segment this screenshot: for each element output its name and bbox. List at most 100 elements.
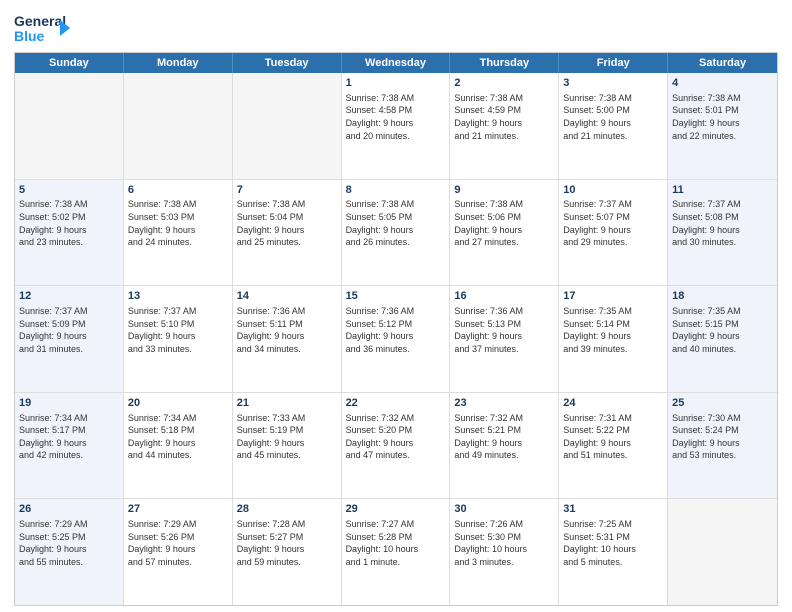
day-number: 3 [563,76,663,91]
empty-cell [233,73,342,179]
calendar-week-5: 26Sunrise: 7:29 AM Sunset: 5:25 PM Dayli… [15,498,777,605]
day-cell-8: 8Sunrise: 7:38 AM Sunset: 5:05 PM Daylig… [342,180,451,286]
logo: GeneralBlue [14,10,74,46]
day-cell-5: 5Sunrise: 7:38 AM Sunset: 5:02 PM Daylig… [15,180,124,286]
day-cell-2: 2Sunrise: 7:38 AM Sunset: 4:59 PM Daylig… [450,73,559,179]
day-number: 30 [454,502,554,517]
day-info: Sunrise: 7:38 AM Sunset: 5:01 PM Dayligh… [672,92,773,142]
day-info: Sunrise: 7:32 AM Sunset: 5:20 PM Dayligh… [346,412,446,462]
header-cell-thursday: Thursday [450,53,559,73]
day-cell-31: 31Sunrise: 7:25 AM Sunset: 5:31 PM Dayli… [559,499,668,605]
day-cell-9: 9Sunrise: 7:38 AM Sunset: 5:06 PM Daylig… [450,180,559,286]
day-info: Sunrise: 7:29 AM Sunset: 5:26 PM Dayligh… [128,518,228,568]
day-info: Sunrise: 7:36 AM Sunset: 5:12 PM Dayligh… [346,305,446,355]
day-number: 29 [346,502,446,517]
empty-cell [668,499,777,605]
day-number: 20 [128,396,228,411]
day-number: 8 [346,183,446,198]
day-number: 12 [19,289,119,304]
day-info: Sunrise: 7:37 AM Sunset: 5:07 PM Dayligh… [563,198,663,248]
day-cell-25: 25Sunrise: 7:30 AM Sunset: 5:24 PM Dayli… [668,393,777,499]
day-cell-4: 4Sunrise: 7:38 AM Sunset: 5:01 PM Daylig… [668,73,777,179]
header-cell-saturday: Saturday [668,53,777,73]
calendar-week-3: 12Sunrise: 7:37 AM Sunset: 5:09 PM Dayli… [15,285,777,392]
day-cell-12: 12Sunrise: 7:37 AM Sunset: 5:09 PM Dayli… [15,286,124,392]
page: GeneralBlue SundayMondayTuesdayWednesday… [0,0,792,612]
header-cell-sunday: Sunday [15,53,124,73]
day-cell-24: 24Sunrise: 7:31 AM Sunset: 5:22 PM Dayli… [559,393,668,499]
day-cell-17: 17Sunrise: 7:35 AM Sunset: 5:14 PM Dayli… [559,286,668,392]
day-number: 2 [454,76,554,91]
calendar-week-1: 1Sunrise: 7:38 AM Sunset: 4:58 PM Daylig… [15,73,777,179]
day-number: 9 [454,183,554,198]
day-number: 1 [346,76,446,91]
day-number: 7 [237,183,337,198]
svg-text:General: General [14,13,66,29]
day-number: 28 [237,502,337,517]
day-cell-23: 23Sunrise: 7:32 AM Sunset: 5:21 PM Dayli… [450,393,559,499]
day-cell-1: 1Sunrise: 7:38 AM Sunset: 4:58 PM Daylig… [342,73,451,179]
day-info: Sunrise: 7:26 AM Sunset: 5:30 PM Dayligh… [454,518,554,568]
logo-svg: GeneralBlue [14,10,74,46]
day-number: 11 [672,183,773,198]
day-info: Sunrise: 7:36 AM Sunset: 5:13 PM Dayligh… [454,305,554,355]
day-number: 26 [19,502,119,517]
day-info: Sunrise: 7:35 AM Sunset: 5:15 PM Dayligh… [672,305,773,355]
day-number: 31 [563,502,663,517]
day-cell-6: 6Sunrise: 7:38 AM Sunset: 5:03 PM Daylig… [124,180,233,286]
day-info: Sunrise: 7:37 AM Sunset: 5:10 PM Dayligh… [128,305,228,355]
day-number: 21 [237,396,337,411]
day-info: Sunrise: 7:35 AM Sunset: 5:14 PM Dayligh… [563,305,663,355]
day-number: 18 [672,289,773,304]
header: GeneralBlue [14,10,778,46]
day-info: Sunrise: 7:38 AM Sunset: 5:00 PM Dayligh… [563,92,663,142]
day-info: Sunrise: 7:31 AM Sunset: 5:22 PM Dayligh… [563,412,663,462]
day-number: 5 [19,183,119,198]
day-info: Sunrise: 7:38 AM Sunset: 5:06 PM Dayligh… [454,198,554,248]
day-info: Sunrise: 7:38 AM Sunset: 5:02 PM Dayligh… [19,198,119,248]
day-info: Sunrise: 7:38 AM Sunset: 5:05 PM Dayligh… [346,198,446,248]
day-cell-21: 21Sunrise: 7:33 AM Sunset: 5:19 PM Dayli… [233,393,342,499]
day-number: 15 [346,289,446,304]
day-cell-28: 28Sunrise: 7:28 AM Sunset: 5:27 PM Dayli… [233,499,342,605]
calendar-week-4: 19Sunrise: 7:34 AM Sunset: 5:17 PM Dayli… [15,392,777,499]
day-info: Sunrise: 7:32 AM Sunset: 5:21 PM Dayligh… [454,412,554,462]
day-cell-22: 22Sunrise: 7:32 AM Sunset: 5:20 PM Dayli… [342,393,451,499]
day-info: Sunrise: 7:38 AM Sunset: 4:59 PM Dayligh… [454,92,554,142]
day-info: Sunrise: 7:38 AM Sunset: 4:58 PM Dayligh… [346,92,446,142]
svg-text:Blue: Blue [14,28,45,44]
day-number: 17 [563,289,663,304]
day-cell-13: 13Sunrise: 7:37 AM Sunset: 5:10 PM Dayli… [124,286,233,392]
day-info: Sunrise: 7:37 AM Sunset: 5:09 PM Dayligh… [19,305,119,355]
day-cell-3: 3Sunrise: 7:38 AM Sunset: 5:00 PM Daylig… [559,73,668,179]
day-cell-18: 18Sunrise: 7:35 AM Sunset: 5:15 PM Dayli… [668,286,777,392]
day-cell-26: 26Sunrise: 7:29 AM Sunset: 5:25 PM Dayli… [15,499,124,605]
day-number: 14 [237,289,337,304]
calendar-header-row: SundayMondayTuesdayWednesdayThursdayFrid… [15,53,777,73]
header-cell-monday: Monday [124,53,233,73]
day-cell-29: 29Sunrise: 7:27 AM Sunset: 5:28 PM Dayli… [342,499,451,605]
day-number: 4 [672,76,773,91]
day-info: Sunrise: 7:38 AM Sunset: 5:04 PM Dayligh… [237,198,337,248]
day-number: 19 [19,396,119,411]
day-info: Sunrise: 7:37 AM Sunset: 5:08 PM Dayligh… [672,198,773,248]
empty-cell [124,73,233,179]
calendar-body: 1Sunrise: 7:38 AM Sunset: 4:58 PM Daylig… [15,73,777,605]
day-cell-16: 16Sunrise: 7:36 AM Sunset: 5:13 PM Dayli… [450,286,559,392]
calendar: SundayMondayTuesdayWednesdayThursdayFrid… [14,52,778,606]
header-cell-friday: Friday [559,53,668,73]
day-info: Sunrise: 7:36 AM Sunset: 5:11 PM Dayligh… [237,305,337,355]
day-number: 16 [454,289,554,304]
header-cell-wednesday: Wednesday [342,53,451,73]
day-number: 13 [128,289,228,304]
day-info: Sunrise: 7:30 AM Sunset: 5:24 PM Dayligh… [672,412,773,462]
day-cell-15: 15Sunrise: 7:36 AM Sunset: 5:12 PM Dayli… [342,286,451,392]
day-cell-27: 27Sunrise: 7:29 AM Sunset: 5:26 PM Dayli… [124,499,233,605]
calendar-week-2: 5Sunrise: 7:38 AM Sunset: 5:02 PM Daylig… [15,179,777,286]
day-number: 23 [454,396,554,411]
day-info: Sunrise: 7:27 AM Sunset: 5:28 PM Dayligh… [346,518,446,568]
day-number: 24 [563,396,663,411]
day-number: 6 [128,183,228,198]
day-cell-10: 10Sunrise: 7:37 AM Sunset: 5:07 PM Dayli… [559,180,668,286]
day-info: Sunrise: 7:38 AM Sunset: 5:03 PM Dayligh… [128,198,228,248]
